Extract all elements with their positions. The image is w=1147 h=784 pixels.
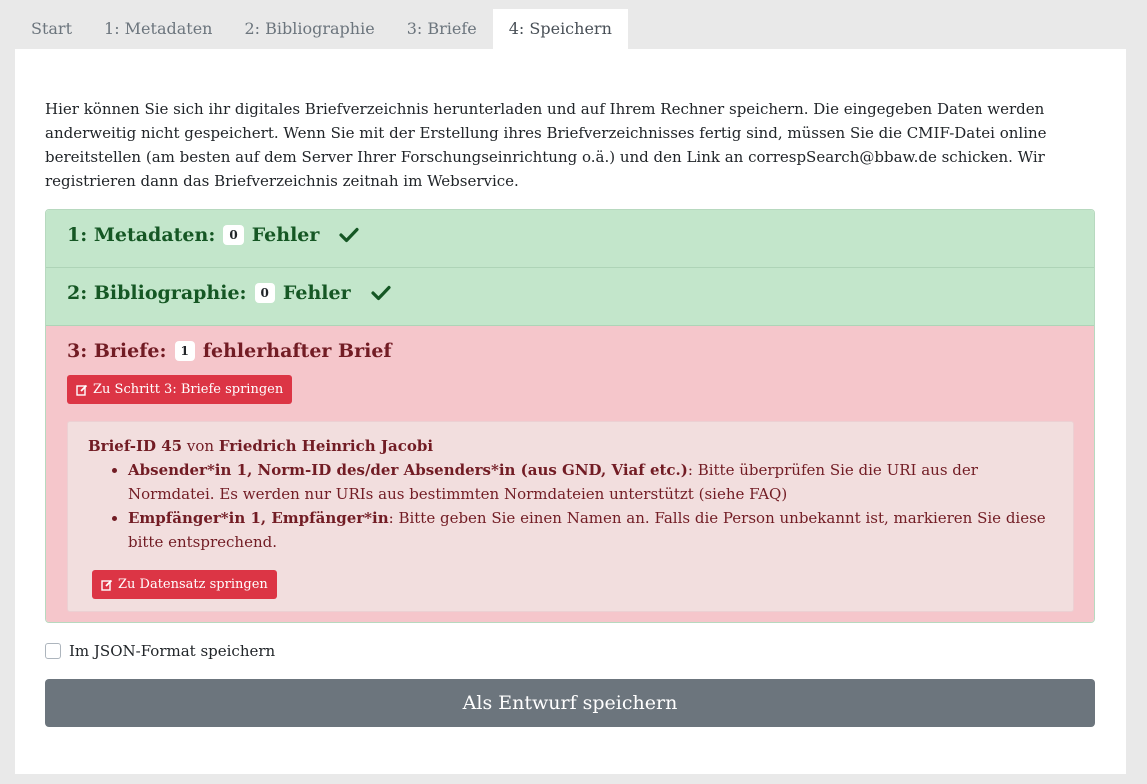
tab-start[interactable]: Start	[15, 9, 88, 49]
intro-text: Hier können Sie sich ihr digitales Brief…	[45, 100, 1047, 190]
briefe-status: 3: Briefe: 1 fehlerhafter Brief Zu Schri…	[46, 326, 1094, 622]
tab-metadaten[interactable]: 1: Metadaten	[88, 9, 228, 49]
briefe-error-count: 1	[174, 341, 195, 361]
metadaten-status-suffix: Fehler	[251, 224, 320, 246]
jump-to-briefe-label: Zu Schritt 3: Briefe springen	[93, 382, 284, 397]
list-item: Absender*in 1, Norm-ID des/der Absenders…	[128, 458, 1053, 506]
step-tabs: Start 1: Metadaten 2: Bibliographie 3: B…	[15, 9, 628, 49]
bibliographie-status: 2: Bibliographie: 0 Fehler	[46, 268, 1094, 326]
save-panel: Hier können Sie sich ihr digitales Brief…	[15, 49, 1126, 774]
briefe-status-label: 3: Briefe:	[67, 340, 167, 362]
tab-speichern[interactable]: 4: Speichern	[492, 9, 628, 49]
save-draft-button[interactable]: Als Entwurf speichern	[45, 679, 1095, 727]
edit-icon	[76, 384, 88, 396]
error-field: Empfänger*in 1, Empfänger*in	[128, 509, 389, 527]
list-item: Empfänger*in 1, Empfänger*in: Bitte gebe…	[128, 506, 1053, 554]
tab-bibliographie[interactable]: 2: Bibliographie	[228, 9, 390, 49]
briefe-status-suffix: fehlerhafter Brief	[202, 340, 392, 362]
metadaten-status: 1: Metadaten: 0 Fehler	[46, 210, 1094, 268]
letter-error-card: Brief-ID 45 von Friedrich Heinrich Jacob…	[67, 421, 1074, 612]
tab-briefe[interactable]: 3: Briefe	[391, 9, 493, 49]
letter-von: von	[186, 437, 215, 455]
letter-author: Friedrich Heinrich Jacobi	[218, 437, 434, 455]
validation-summary: 1: Metadaten: 0 Fehler 2: Bibliographie:…	[45, 209, 1095, 623]
check-icon	[370, 285, 391, 301]
bibliographie-status-label: 2: Bibliographie:	[67, 282, 247, 304]
error-field: Absender*in 1, Norm-ID des/der Absenders…	[128, 461, 688, 479]
json-format-checkbox[interactable]	[45, 643, 61, 659]
json-format-option[interactable]: Im JSON-Format speichern	[45, 642, 275, 660]
jump-to-briefe-button[interactable]: Zu Schritt 3: Briefe springen	[67, 375, 293, 404]
letter-heading: Brief-ID 45 von Friedrich Heinrich Jacob…	[88, 434, 1053, 458]
letter-id: Brief-ID 45	[88, 437, 183, 455]
letter-error-list: Absender*in 1, Norm-ID des/der Absenders…	[88, 458, 1053, 554]
check-icon	[339, 227, 359, 243]
metadaten-error-count: 0	[223, 225, 244, 245]
jump-to-record-label: Zu Datensatz springen	[118, 577, 268, 592]
edit-icon	[101, 579, 113, 591]
bibliographie-error-count: 0	[254, 283, 275, 303]
jump-to-record-button[interactable]: Zu Datensatz springen	[92, 570, 277, 599]
metadaten-status-label: 1: Metadaten:	[67, 224, 216, 246]
json-format-label: Im JSON-Format speichern	[69, 642, 276, 660]
bibliographie-status-suffix: Fehler	[282, 282, 351, 304]
